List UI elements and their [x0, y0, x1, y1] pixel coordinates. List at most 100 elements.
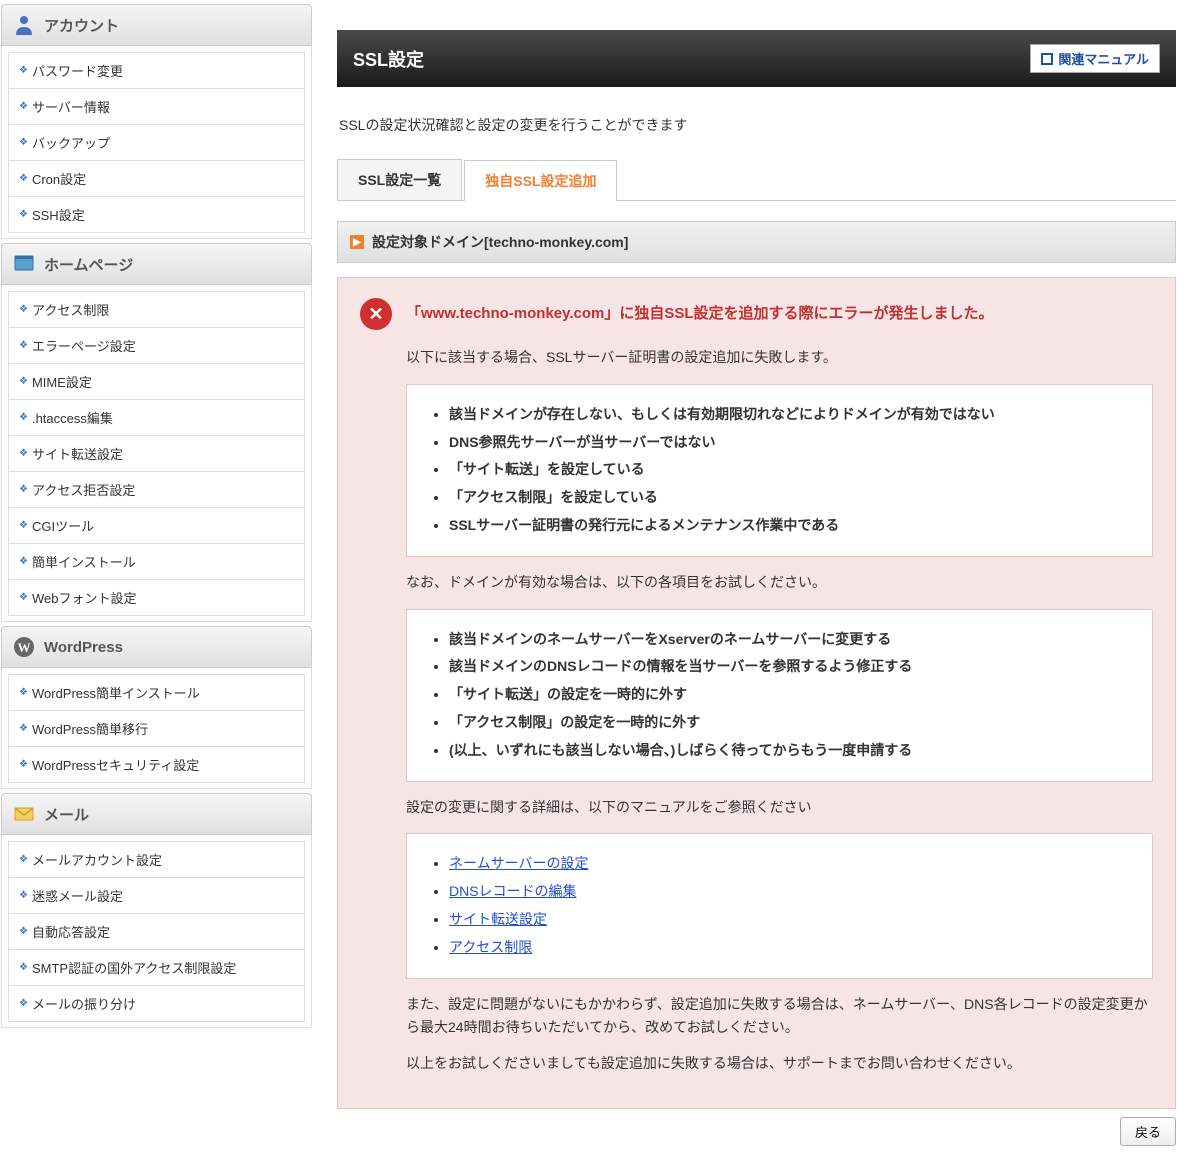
arrow-icon: ▶	[350, 235, 364, 249]
bullet-icon: ❖	[19, 376, 28, 387]
sidebar-item-label: Webフォント設定	[32, 588, 137, 607]
tabs: SSL設定一覧独自SSL設定追加	[337, 159, 1176, 201]
menu-box: ❖アクセス制限❖エラーページ設定❖MIME設定❖.htaccess編集❖サイト転…	[1, 285, 312, 622]
sidebar-item[interactable]: ❖簡単インストール	[8, 543, 305, 580]
sidebar-item-label: .htaccess編集	[32, 408, 113, 427]
sidebar-item-label: パスワード変更	[32, 61, 123, 80]
sidebar-item[interactable]: ❖ サイト転送設定	[8, 435, 305, 472]
bullet-icon: ❖	[19, 998, 28, 1009]
list-item: 該当ドメインが存在しない、もしくは有効期限切れなどによりドメインが有効ではない	[449, 403, 1134, 427]
sidebar-item-label: WordPressセキュリティ設定	[32, 755, 199, 774]
list-item: ネームサーバーの設定	[449, 852, 1134, 876]
bullet-icon: ❖	[19, 723, 28, 734]
manual-link[interactable]: サイト転送設定	[449, 911, 547, 927]
manual-link[interactable]: ネームサーバーの設定	[449, 855, 588, 871]
sidebar-item[interactable]: ❖SSH設定	[8, 196, 305, 233]
page-title-bar: SSL設定 関連マニュアル	[337, 30, 1176, 87]
bullet-icon: ❖	[19, 962, 28, 973]
sidebar-item[interactable]: ❖アクセス拒否設定	[8, 471, 305, 508]
sidebar-item-label: MIME設定	[32, 372, 92, 391]
links-box: ネームサーバーの設定 DNSレコードの編集サイト転送設定アクセス制限	[406, 833, 1153, 978]
bullet-icon: ❖	[19, 520, 28, 531]
sidebar-item-label: エラーページ設定	[32, 336, 136, 355]
list-item: 「アクセス制限」の設定を一時的に外す	[449, 711, 1134, 735]
sidebar-item[interactable]: ❖.htaccess編集	[8, 399, 305, 436]
sidebar-item-label: サイト転送設定	[32, 444, 123, 463]
reasons-box: 該当ドメインが存在しない、もしくは有効期限切れなどによりドメインが有効ではないD…	[406, 384, 1153, 557]
main-content: SSL設定 関連マニュアル SSLの設定状況確認と設定の変更を行うことができます…	[313, 0, 1200, 1166]
bullet-icon: ❖	[19, 304, 28, 315]
manual-link[interactable]: DNSレコードの編集	[449, 883, 577, 899]
bullet-icon: ❖	[19, 448, 28, 459]
list-item: 「サイト転送」を設定している	[449, 458, 1134, 482]
sidebar-item-label: 自動応答設定	[32, 922, 110, 941]
error-p3: 設定の変更に関する詳細は、以下のマニュアルをご参照ください	[406, 796, 1153, 820]
bullet-icon: ❖	[19, 592, 28, 603]
actions-box: 該当ドメインのネームサーバーをXserverのネームサーバーに変更する該当ドメイ…	[406, 609, 1153, 782]
sidebar-item[interactable]: ❖ サーバー情報	[8, 88, 305, 125]
sidebar-item-label: CGIツール	[32, 516, 94, 535]
manual-icon	[1041, 53, 1053, 65]
sidebar-item-label: メールの振り分け	[32, 994, 136, 1013]
sidebar-item[interactable]: ❖ メールの振り分け	[8, 985, 305, 1022]
list-item: 該当ドメインのDNSレコードの情報を当サーバーを参照するよう修正する	[449, 655, 1134, 679]
list-item: 「サイト転送」の設定を一時的に外す	[449, 683, 1134, 707]
bullet-icon: ❖	[19, 687, 28, 698]
back-button[interactable]: 戻る	[1120, 1117, 1176, 1146]
wp-icon: W	[12, 635, 36, 659]
sidebar-item[interactable]: ❖アクセス制限	[8, 291, 305, 328]
sidebar-item-label: SSH設定	[32, 205, 85, 224]
manual-link[interactable]: アクセス制限	[449, 939, 532, 955]
sidebar-item[interactable]: ❖WordPress簡単インストール	[8, 674, 305, 711]
sidebar-item[interactable]: ❖ バックアップ	[8, 124, 305, 161]
error-box: ✕ 「www.techno-monkey.com」に独自SSL設定を追加する際に…	[337, 277, 1176, 1109]
list-item: サイト転送設定	[449, 908, 1134, 932]
error-title: 「www.techno-monkey.com」に独自SSL設定を追加する際にエラ…	[406, 298, 994, 323]
tab[interactable]: SSL設定一覧	[337, 159, 462, 200]
menu-box: ❖パスワード変更❖サーバー情報❖バックアップ❖Cron設定❖SSH設定	[1, 46, 312, 239]
menu-box: ❖メールアカウント設定❖迷惑メール設定❖自動応答設定❖SMTP認証の国外アクセス…	[1, 835, 312, 1028]
bullet-icon: ❖	[19, 137, 28, 148]
section-header: ホームページ	[1, 243, 312, 285]
bullet-icon: ❖	[19, 101, 28, 112]
sidebar-item[interactable]: ❖ SMTP認証の国外アクセス制限設定	[8, 949, 305, 986]
domain-bar: ▶ 設定対象ドメイン[techno-monkey.com]	[337, 221, 1176, 263]
error-icon: ✕	[360, 298, 392, 330]
sidebar-item[interactable]: ❖自動応答設定	[8, 913, 305, 950]
sidebar-item[interactable]: ❖WordPress簡単移行	[8, 710, 305, 747]
list-item: SSLサーバー証明書の発行元によるメンテナンス作業中である	[449, 514, 1134, 538]
sidebar-item[interactable]: ❖ エラーページ設定	[8, 327, 305, 364]
bullet-icon: ❖	[19, 173, 28, 184]
list-item: 「アクセス制限」を設定している	[449, 486, 1134, 510]
sidebar-item-label: SMTP認証の国外アクセス制限設定	[32, 958, 236, 977]
sidebar-item[interactable]: ❖ MIME設定	[8, 363, 305, 400]
error-p5: 以上をお試しくださいましても設定追加に失敗する場合は、サポートまでお問い合わせく…	[406, 1052, 1153, 1076]
svg-text:W: W	[18, 640, 31, 655]
sidebar-item[interactable]: ❖WordPressセキュリティ設定	[8, 746, 305, 783]
page-title: SSL設定	[353, 46, 424, 72]
manual-button[interactable]: 関連マニュアル	[1030, 44, 1160, 73]
sidebar-item[interactable]: ❖迷惑メール設定	[8, 877, 305, 914]
bullet-icon: ❖	[19, 65, 28, 76]
section-title: メール	[44, 804, 89, 825]
section-header: メール	[1, 793, 312, 835]
section-title: ホームページ	[44, 254, 133, 275]
tab[interactable]: 独自SSL設定追加	[464, 160, 617, 201]
bullet-icon: ❖	[19, 340, 28, 351]
bullet-icon: ❖	[19, 484, 28, 495]
sidebar-item[interactable]: ❖ CGIツール	[8, 507, 305, 544]
manual-label: 関連マニュアル	[1058, 49, 1149, 68]
error-p1: 以下に該当する場合、SSLサーバー証明書の設定追加に失敗します。	[406, 346, 1153, 370]
sidebar-item[interactable]: ❖メールアカウント設定	[8, 841, 305, 878]
sidebar-item[interactable]: ❖ パスワード変更	[8, 52, 305, 89]
sidebar-item[interactable]: ❖Cron設定	[8, 160, 305, 197]
bullet-icon: ❖	[19, 890, 28, 901]
sidebar-item-label: サーバー情報	[32, 97, 110, 116]
list-item: (以上、いずれにも該当しない場合、)しばらく待ってからもう一度申請する	[449, 739, 1134, 763]
page-icon	[12, 252, 36, 276]
sidebar-item[interactable]: ❖ Webフォント設定	[8, 579, 305, 616]
section-title: WordPress	[44, 639, 123, 656]
list-item: 該当ドメインのネームサーバーをXserverのネームサーバーに変更する	[449, 628, 1134, 652]
sidebar-item-label: バックアップ	[32, 133, 110, 152]
person-icon	[12, 13, 36, 37]
